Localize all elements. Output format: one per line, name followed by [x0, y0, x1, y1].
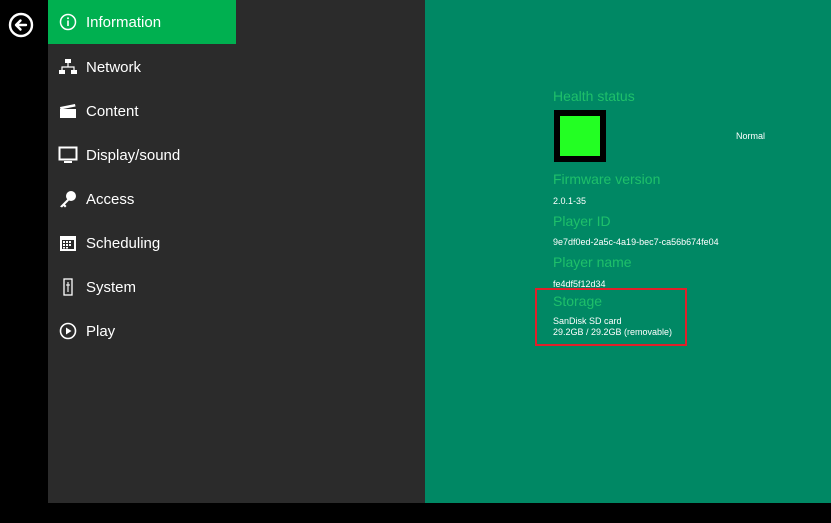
- arrow-left-circle-icon: [8, 12, 34, 38]
- calendar-icon: [58, 233, 78, 253]
- player-id-label: Player ID: [553, 213, 611, 229]
- sidebar-item-label: Access: [86, 190, 135, 208]
- sidebar-item-label: System: [86, 278, 137, 296]
- player-name-label: Player name: [553, 254, 632, 270]
- play-icon: [58, 321, 78, 341]
- firmware-version-value: 2.0.1-35: [553, 196, 587, 206]
- sidebar-item-display-sound[interactable]: Display/sound: [48, 133, 425, 177]
- sidebar-item-label: Information: [86, 13, 162, 31]
- sidebar-item-network[interactable]: Network: [48, 45, 425, 89]
- monitor-icon: [58, 145, 78, 165]
- back-button[interactable]: [8, 12, 34, 38]
- sidebar-item-label: Content: [86, 102, 139, 120]
- sidebar-item-play[interactable]: Play: [48, 309, 425, 353]
- health-status-indicator: [554, 110, 606, 162]
- sidebar-item-scheduling[interactable]: Scheduling: [48, 221, 425, 265]
- firmware-version-label: Firmware version: [553, 171, 661, 187]
- health-status-value: Normal: [736, 131, 766, 141]
- information-panel: [425, 0, 831, 503]
- clapperboard-icon: [58, 101, 78, 121]
- info-icon: [58, 12, 78, 32]
- network-icon: [58, 57, 78, 77]
- sidebar-item-label: Play: [86, 322, 116, 340]
- storage-highlight-box: [535, 288, 687, 346]
- sidebar-item-label: Network: [86, 58, 142, 76]
- sidebar-menu: Information Network Content Display/soun…: [48, 0, 425, 503]
- sidebar-item-access[interactable]: Access: [48, 177, 425, 221]
- sidebar-item-content[interactable]: Content: [48, 89, 425, 133]
- sidebar-item-label: Scheduling: [86, 234, 161, 252]
- sidebar-item-label: Display/sound: [86, 146, 181, 164]
- key-icon: [58, 189, 78, 209]
- sidebar-item-system[interactable]: System: [48, 265, 425, 309]
- system-icon: [58, 277, 78, 297]
- health-status-label: Health status: [553, 88, 635, 104]
- sidebar-item-information[interactable]: Information: [48, 0, 236, 44]
- player-id-value: 9e7df0ed-2a5c-4a19-bec7-ca56b674fe04: [553, 237, 719, 247]
